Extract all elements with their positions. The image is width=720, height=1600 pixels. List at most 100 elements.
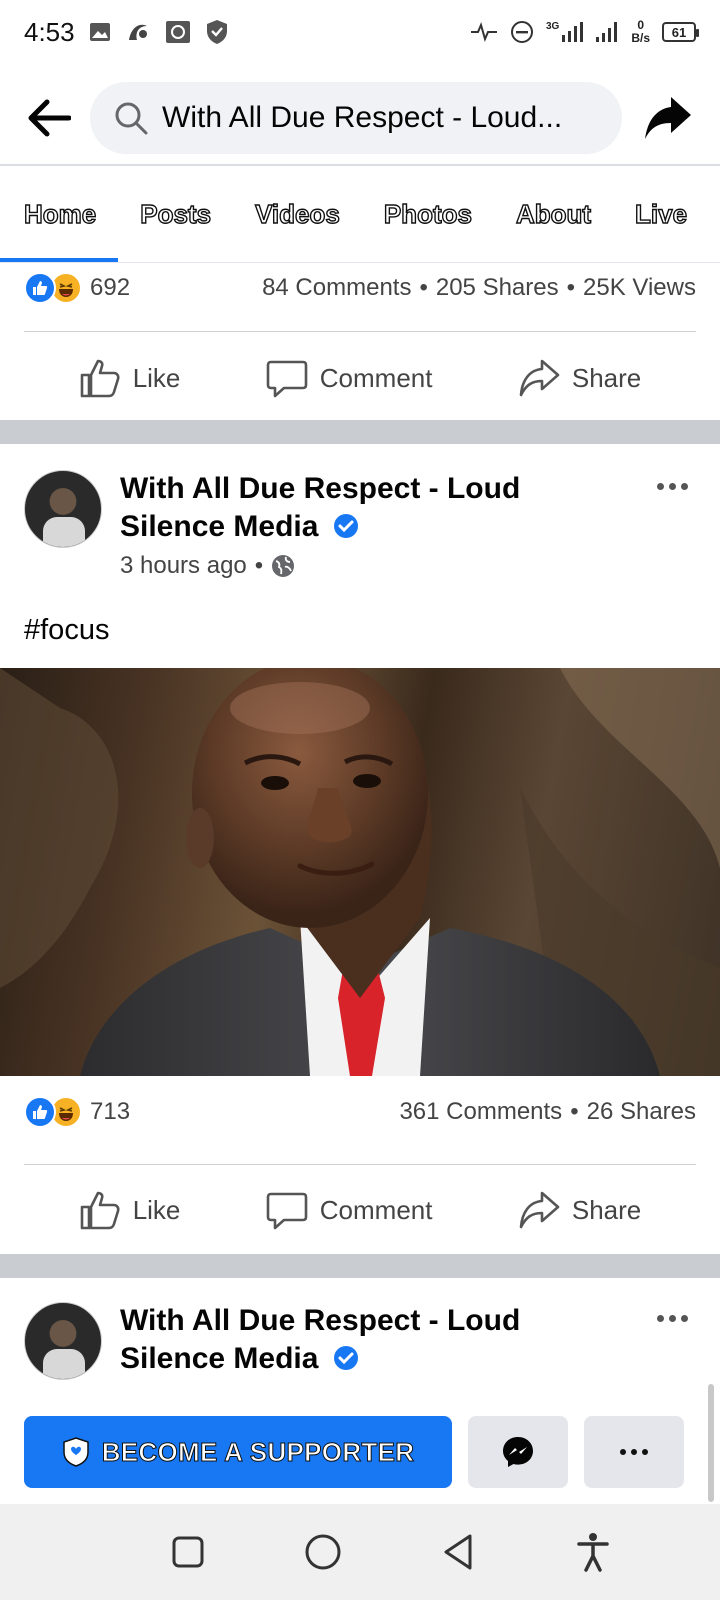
recents-button[interactable] <box>160 1524 216 1580</box>
like-reaction-icon <box>24 1096 56 1128</box>
comment-icon <box>266 360 308 398</box>
share-button[interactable]: Share <box>518 357 641 399</box>
comment-label: Comment <box>319 362 433 393</box>
prev-post-actions: Like Comment Share <box>0 336 720 420</box>
post-header: With All Due Respect - Loud Silence Medi… <box>24 1302 696 1380</box>
more-dot <box>668 482 676 490</box>
more-dot <box>680 1314 688 1322</box>
page-avatar[interactable] <box>24 1302 102 1380</box>
like-button[interactable]: Like <box>79 357 181 399</box>
tab-photos[interactable]: Photos <box>362 166 494 262</box>
comment-button[interactable]: Comment <box>266 1189 432 1231</box>
search-text: With All Due Respect - Loud... <box>162 101 563 134</box>
shares-count[interactable]: 205 Shares <box>436 274 559 302</box>
reactions-summary[interactable]: 713 <box>24 1096 130 1128</box>
app-header: With All Due Respect - Loud... <box>0 72 720 164</box>
home-button[interactable] <box>295 1524 351 1580</box>
views-count: 25K Views <box>583 274 696 301</box>
tab-videos[interactable]: Videos <box>233 166 362 262</box>
system-nav-bar <box>0 1504 720 1600</box>
page-avatar[interactable] <box>24 470 102 548</box>
comment-button[interactable]: Comment <box>266 357 433 399</box>
share-arrow-icon <box>519 359 560 397</box>
back-nav-button[interactable] <box>430 1524 486 1580</box>
reactions-count: 713 <box>90 1098 131 1125</box>
sync-notification-icon <box>165 20 191 44</box>
like-icon <box>80 1191 120 1230</box>
divider <box>24 331 696 332</box>
post-actions: Like Comment Share <box>0 1168 720 1252</box>
net-speed: 0 B/s <box>631 19 650 45</box>
like-icon <box>80 359 120 398</box>
more-dot <box>656 482 664 490</box>
do-not-disturb-icon <box>510 20 534 44</box>
tabs-divider <box>0 262 720 263</box>
accessibility-button[interactable] <box>565 1524 621 1580</box>
comments-count[interactable]: 84 Comments <box>262 274 411 302</box>
feed-separator <box>0 420 720 444</box>
recents-square-icon <box>172 1536 203 1568</box>
battery-level: 61 <box>671 24 687 40</box>
tab-about[interactable]: About <box>494 166 613 262</box>
tab-live[interactable]: Live <box>613 166 709 262</box>
comments-count[interactable]: 361 Comments <box>399 1098 562 1126</box>
status-time: 4:53 <box>24 16 75 47</box>
like-button[interactable]: Like <box>79 1189 181 1231</box>
app-notification-icon <box>125 20 151 44</box>
page-name[interactable]: With All Due Respect - Loud Silence Medi… <box>120 470 696 546</box>
more-dot <box>656 1314 664 1322</box>
page-name-line2: Silence Media <box>120 510 319 543</box>
back-button[interactable] <box>20 90 76 146</box>
post-more-button[interactable] <box>648 470 696 502</box>
post-photo[interactable] <box>0 668 720 1076</box>
activity-icon <box>470 22 498 42</box>
signal-icon <box>595 21 619 43</box>
share-label: Share <box>571 1194 642 1225</box>
post-text[interactable]: #focus <box>24 614 109 647</box>
search-icon <box>115 102 148 135</box>
stats-separator: • <box>419 274 428 301</box>
time-dot: • <box>254 552 264 579</box>
become-supporter-button[interactable]: BECOME A SUPPORTER <box>24 1416 452 1488</box>
status-left: 4:53 <box>24 17 229 48</box>
share-button[interactable]: Share <box>518 1189 641 1231</box>
like-label: Like <box>132 362 181 393</box>
shares-count[interactable]: 26 Shares <box>587 1098 696 1126</box>
reactions-summary[interactable]: 692 <box>24 272 130 304</box>
status-bar: 4:53 3G 0 B/s 61 <box>0 0 720 64</box>
post-time[interactable]: 3 hours ago <box>120 552 247 580</box>
globe-icon <box>272 555 295 577</box>
page-name[interactable]: With All Due Respect - Loud Silence Medi… <box>120 1302 696 1378</box>
page-name-line2: Silence Media <box>120 1342 319 1375</box>
home-circle-icon <box>305 1534 340 1570</box>
reaction-icons <box>24 1096 82 1128</box>
portrait-image <box>0 668 720 1076</box>
supporter-label: BECOME A SUPPORTER <box>101 1436 415 1467</box>
messenger-icon <box>503 1437 533 1467</box>
share-page-button[interactable] <box>636 86 700 150</box>
like-label: Like <box>132 1194 181 1225</box>
share-icon <box>645 97 691 139</box>
tab-home[interactable]: Home <box>0 166 119 262</box>
page-name-line1: With All Due Respect - Loud <box>120 1304 521 1337</box>
search-bar[interactable]: With All Due Respect - Loud... <box>90 82 622 154</box>
share-label: Share <box>571 362 642 393</box>
more-dot <box>620 1449 626 1455</box>
share-arrow-icon <box>519 1191 560 1229</box>
verified-badge-icon <box>333 514 358 538</box>
prev-post-reactions: 692 84 Comments • 205 Shares • 25K Views <box>24 268 696 308</box>
tab-posts[interactable]: Posts <box>118 166 233 262</box>
more-dot <box>680 482 688 490</box>
page-more-button[interactable] <box>584 1416 684 1488</box>
reactions-count: 692 <box>90 274 131 301</box>
gallery-notification-icon <box>89 21 111 43</box>
accessibility-icon <box>576 1533 609 1572</box>
scrollbar[interactable] <box>708 1384 714 1502</box>
stats-separator: • <box>566 274 576 301</box>
supporter-badge-icon <box>62 1437 89 1467</box>
signal-3g-icon: 3G <box>545 21 584 43</box>
post-more-button[interactable] <box>648 1302 696 1334</box>
messenger-button[interactable] <box>468 1416 568 1488</box>
battery-icon: 61 <box>662 22 699 42</box>
network-label: 3G <box>545 21 560 32</box>
